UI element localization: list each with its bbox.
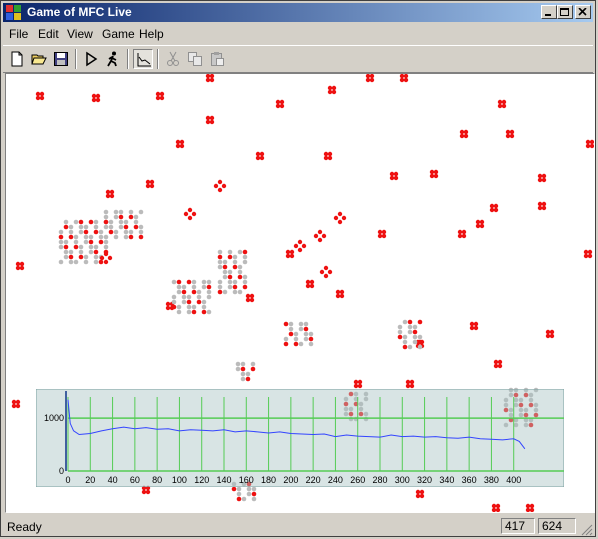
x-tick-label: 160 [239,475,254,485]
cut-button[interactable] [163,49,183,69]
x-tick-label: 380 [484,475,499,485]
app-icon [6,5,21,20]
maximize-icon [560,8,569,16]
x-tick-label: 280 [372,475,387,485]
app-window: Game of MFC Live File Edit View Game Hel… [0,0,596,537]
x-tick-label: 80 [152,475,162,485]
graph-panel [36,389,564,487]
x-tick-label: 200 [283,475,298,485]
new-icon [11,51,23,67]
x-tick-label: 340 [439,475,454,485]
population-graph: 0 20 40 60 80 100 120 140 160 180 200 220 240 260 280 3… [36,389,564,487]
paste-icon [211,52,224,66]
x-tick-label: 400 [506,475,521,485]
toolbar-separator [127,49,129,69]
resize-grip-icon[interactable] [581,524,593,536]
play-button[interactable] [81,49,101,69]
window-title: Game of MFC Live [27,5,132,19]
save-button[interactable] [51,49,71,69]
menu-game[interactable]: Game [102,27,135,41]
cut-icon [167,51,179,66]
graph-button[interactable] [133,49,153,69]
population-count: 624 [538,518,576,534]
copy-button[interactable] [185,49,205,69]
x-tick-label: 100 [172,475,187,485]
x-tick-label: 120 [194,475,209,485]
x-tick-label: 140 [216,475,231,485]
minimize-icon [545,14,551,16]
menu-view[interactable]: View [67,27,93,41]
y-tick-label: 0 [59,466,64,476]
graph-icon [137,53,151,67]
x-tick-label: 180 [261,475,276,485]
step-button[interactable] [103,49,123,69]
new-button[interactable] [7,49,27,69]
x-tick-label: 40 [108,475,118,485]
x-tick-label: 320 [417,475,432,485]
game-board[interactable]: 0 20 40 60 80 100 120 140 160 180 200 220 240 260 280 3… [5,73,595,513]
copy-icon [188,52,202,66]
toolbar-separator [75,49,77,69]
x-tick-label: 360 [462,475,477,485]
step-icon [107,51,117,67]
menu-edit[interactable]: Edit [38,27,59,41]
x-tick-label: 220 [306,475,321,485]
toolbar-separator [157,49,159,69]
toolbar [3,45,593,73]
y-tick-label: 1000 [44,413,64,423]
play-icon [86,51,98,67]
status-bar: Ready 417 624 [3,516,593,536]
menu-help[interactable]: Help [139,27,164,41]
maximize-button[interactable] [557,5,573,19]
x-tick-label: 20 [85,475,95,485]
generation-count: 417 [501,518,535,534]
close-icon [578,8,587,16]
open-button[interactable] [29,49,49,69]
menu-file[interactable]: File [9,27,28,41]
minimize-button[interactable] [541,5,557,19]
status-message: Ready [7,520,42,534]
x-tick-label: 260 [350,475,365,485]
paste-button[interactable] [207,49,227,69]
open-icon [31,54,47,65]
x-tick-label: 0 [65,475,70,485]
x-tick-label: 300 [395,475,410,485]
menu-bar: File Edit View Game Help [3,24,593,43]
close-button[interactable] [575,5,591,19]
x-tick-label: 60 [130,475,140,485]
title-bar[interactable]: Game of MFC Live [3,3,593,22]
save-icon [54,52,68,66]
x-tick-label: 240 [328,475,343,485]
